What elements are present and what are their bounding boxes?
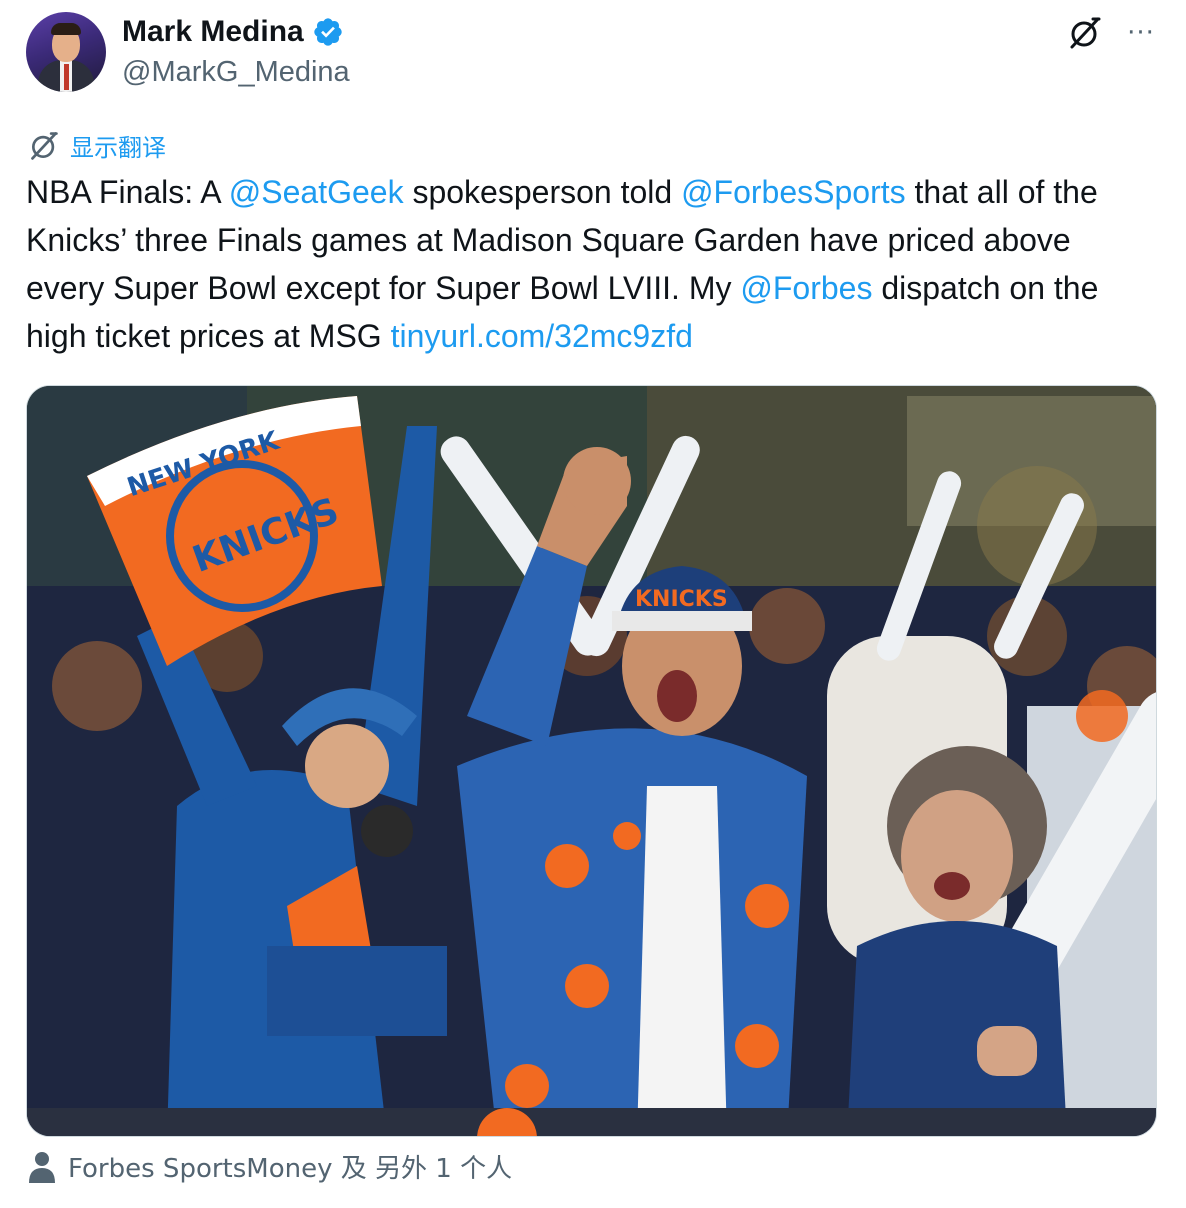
tweet-photo[interactable]: KNICKS NEW YORK KNICKS	[26, 385, 1157, 1137]
grok-icon[interactable]	[1066, 14, 1104, 52]
article-url-link[interactable]: tinyurl.com/32mc9zfd	[391, 318, 693, 354]
mention-seatgeek-link[interactable]: @SeatGeek	[229, 174, 404, 210]
show-translation-link[interactable]: 显示翻译	[28, 128, 166, 163]
more-options-icon[interactable]: ···	[1122, 14, 1160, 52]
mention-forbes-link[interactable]: @Forbes	[740, 270, 872, 306]
translate-icon	[28, 130, 60, 162]
tweet-text-segment: NBA Finals: A	[26, 174, 229, 210]
tweet-card: Mark Medina @MarkG_Medina ··· 显示翻译 NBA F…	[0, 0, 1186, 1208]
tweet-top-actions: ···	[1066, 14, 1160, 52]
verified-badge-icon[interactable]	[312, 16, 344, 48]
author-name-row: Mark Medina	[122, 12, 344, 52]
hat-logo-text: KNICKS	[635, 587, 728, 612]
author-avatar[interactable]	[26, 12, 106, 92]
tweet-text: NBA Finals: A @SeatGeek spokesperson tol…	[26, 168, 1156, 360]
person-icon	[28, 1150, 56, 1184]
author-display-name[interactable]: Mark Medina	[122, 15, 304, 49]
tagged-users-label: Forbes SportsMoney 及 另外 1 个人	[68, 1154, 513, 1184]
mention-forbessports-link[interactable]: @ForbesSports	[681, 174, 906, 210]
tagged-users-link[interactable]: Forbes SportsMoney 及 另外 1 个人	[28, 1148, 512, 1185]
tweet-text-segment: spokesperson told	[403, 174, 682, 210]
author-handle[interactable]: @MarkG_Medina	[122, 56, 350, 89]
translate-label: 显示翻译	[70, 134, 166, 162]
